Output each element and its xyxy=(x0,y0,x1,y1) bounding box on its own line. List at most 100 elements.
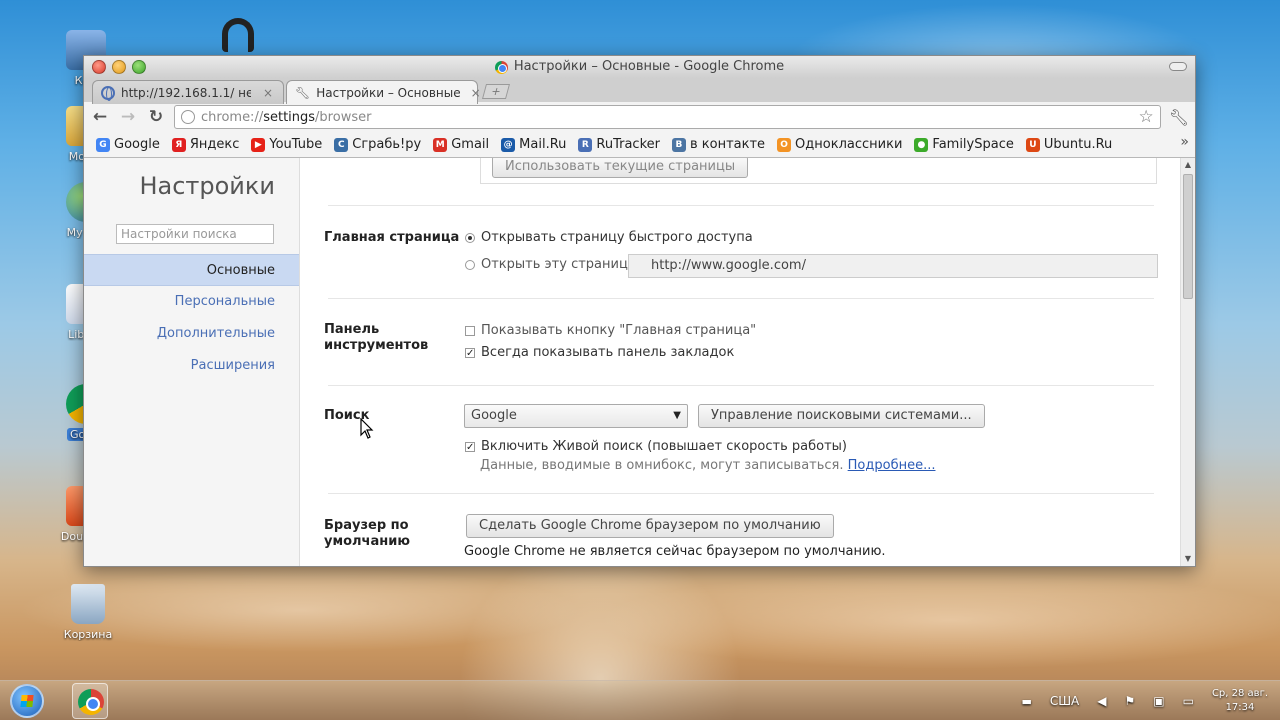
bookmark-item[interactable]: U Ubuntu.Ru xyxy=(1020,137,1118,152)
sidebar-item-basics[interactable]: Основные xyxy=(84,254,299,286)
reload-button[interactable]: ↻ xyxy=(146,107,166,127)
tab-label: http://192.168.1.1/ недост xyxy=(121,85,251,100)
toolbar-section-label: Панель инструментов xyxy=(324,322,429,353)
checkbox-unchecked[interactable] xyxy=(465,325,475,336)
chevron-more-icon[interactable]: » xyxy=(1180,134,1189,150)
trash-icon xyxy=(71,584,105,624)
homepage-option-ntp[interactable]: Открывать страницу быстрого доступа xyxy=(465,230,753,245)
tab-strip: http://192.168.1.1/ недост × 🔧︎ Настройк… xyxy=(84,78,1195,104)
bookmark-label: Gmail xyxy=(451,137,490,152)
chevron-down-icon: ▼ xyxy=(673,410,681,421)
manage-search-engines-button[interactable]: Управление поисковыми системами... xyxy=(698,404,985,428)
scrollbar-thumb[interactable] xyxy=(1183,174,1193,299)
scroll-up-arrow[interactable]: ▲ xyxy=(1181,158,1195,172)
radio-selected[interactable] xyxy=(465,232,475,243)
instant-search-hint: Данные, вводимые в омнибокс, могут запис… xyxy=(480,458,936,473)
title-bar[interactable]: Настройки – Основные - Google Chrome xyxy=(84,56,1195,78)
settings-search-input[interactable]: Настройки поиска xyxy=(116,224,274,244)
keyboard-icon[interactable]: ▬ xyxy=(1021,695,1031,708)
scroll-down-arrow[interactable]: ▼ xyxy=(1181,552,1195,566)
globe-icon xyxy=(101,85,115,101)
make-default-browser-button[interactable]: Сделать Google Chrome браузером по умолч… xyxy=(466,514,834,538)
bookmark-item[interactable]: Я Яндекс xyxy=(166,137,246,152)
bookmarks-bar: G Google Я Яндекс ▶ YouTube C Сграбь!ру M Gmail @ M… xyxy=(84,132,1195,158)
system-tray: ▬ США ◀ ⚑ ▣ ▭ Ср, 28 авг. 17:34 xyxy=(1021,681,1280,720)
start-button[interactable] xyxy=(10,684,44,718)
yandex-icon: Я xyxy=(171,137,186,152)
homepage-label: Главная страница xyxy=(324,230,460,245)
mouse-cursor xyxy=(360,418,374,439)
wrench-menu-button[interactable]: 🔧︎ xyxy=(1169,108,1189,127)
bookmark-item[interactable]: C Сграбь!ру xyxy=(328,137,427,152)
vertical-scrollbar[interactable]: ▲ ▼ xyxy=(1180,158,1195,566)
tab-label: Настройки – Основные xyxy=(316,85,461,100)
homepage-url-field[interactable]: http://www.google.com/ xyxy=(628,254,1158,278)
familyspace-icon: ● xyxy=(914,137,929,152)
bookmark-item[interactable]: @ Mail.Ru xyxy=(495,137,572,152)
bookmark-item[interactable]: О Одноклассники xyxy=(771,137,908,152)
sidebar-item-advanced[interactable]: Дополнительные xyxy=(157,326,275,341)
bookmark-label: YouTube xyxy=(269,137,323,152)
bookmark-item[interactable]: M Gmail xyxy=(427,137,495,152)
bookmark-star-icon[interactable]: ☆ xyxy=(1138,107,1153,127)
url-host: settings xyxy=(263,109,316,125)
forward-button[interactable]: → xyxy=(118,107,138,127)
back-button[interactable]: ← xyxy=(90,107,110,127)
odnoklassniki-icon: О xyxy=(777,137,792,152)
chrome-icon xyxy=(494,60,508,74)
battery-icon[interactable]: ▭ xyxy=(1183,694,1194,708)
tab-router[interactable]: http://192.168.1.1/ недост × xyxy=(92,80,284,104)
use-current-pages-button[interactable]: Использовать текущие страницы xyxy=(492,158,749,178)
always-show-bookmarks-option[interactable]: ✓ Всегда показывать панель закладок xyxy=(465,345,734,360)
toolbar-toggle-button[interactable] xyxy=(1169,62,1187,71)
homepage-option-url[interactable]: Открыть эту страницу: xyxy=(465,257,640,272)
flag-icon[interactable]: ⚑ xyxy=(1125,694,1136,708)
bookmark-item[interactable]: G Google xyxy=(90,137,166,152)
volume-icon[interactable]: ◀ xyxy=(1097,694,1106,708)
chrome-window: Настройки – Основные - Google Chrome htt… xyxy=(83,55,1196,567)
vk-icon: B xyxy=(671,137,686,152)
checkbox-checked[interactable]: ✓ xyxy=(465,347,475,358)
tab-close-button[interactable]: × xyxy=(471,86,481,100)
bookmark-item[interactable]: ▶ YouTube xyxy=(245,137,328,152)
radio-unselected[interactable] xyxy=(465,259,475,270)
window-close-button[interactable] xyxy=(92,60,106,74)
taskbar-chrome-button[interactable] xyxy=(72,683,108,719)
section-divider xyxy=(328,298,1154,299)
desktop-icon-trash[interactable]: Корзина xyxy=(48,584,128,641)
bookmark-label: Яндекс xyxy=(189,137,240,152)
show-home-button-option[interactable]: Показывать кнопку "Главная страница" xyxy=(465,323,756,338)
keyboard-layout[interactable]: США xyxy=(1050,694,1079,708)
search-engine-select[interactable]: Google ▼ xyxy=(464,404,688,428)
omnibox[interactable]: chrome://settings/browser ☆ xyxy=(174,105,1161,129)
youtube-icon: ▶ xyxy=(251,137,266,152)
bookmark-label: Одноклассники xyxy=(795,137,903,152)
bookmark-item[interactable]: ● FamilySpace xyxy=(908,137,1019,152)
ubuntu-icon: U xyxy=(1025,137,1040,152)
checkbox-checked[interactable]: ✓ xyxy=(465,441,475,452)
page-title: Настройки xyxy=(139,172,275,200)
default-browser-status: Google Chrome не является сейчас браузер… xyxy=(464,544,886,559)
instant-search-option[interactable]: ✓ Включить Живой поиск (повышает скорост… xyxy=(465,439,847,454)
desktop-icon-headphones[interactable] xyxy=(198,18,278,56)
bookmark-label: Google xyxy=(114,137,160,152)
tab-settings[interactable]: 🔧︎ Настройки – Основные × xyxy=(286,80,481,104)
sgrab-icon: C xyxy=(334,137,349,152)
headphones-icon xyxy=(222,18,254,52)
page-icon xyxy=(181,110,195,124)
window-maximize-button[interactable] xyxy=(132,60,146,74)
clock[interactable]: Ср, 28 авг. 17:34 xyxy=(1212,687,1268,715)
bookmark-item[interactable]: R RuTracker xyxy=(572,137,666,152)
bookmark-item[interactable]: Bв контакте xyxy=(666,137,771,152)
new-tab-button[interactable]: + xyxy=(481,84,511,99)
learn-more-link[interactable]: Подробнее... xyxy=(848,458,936,473)
bookmark-label: RuTracker xyxy=(596,137,660,152)
sidebar-item-extensions[interactable]: Расширения xyxy=(191,358,275,373)
settings-page: Настройки Настройки поиска Основные Перс… xyxy=(84,158,1195,566)
default-browser-label: Браузер по умолчанию xyxy=(324,518,410,549)
section-divider xyxy=(328,385,1154,386)
sidebar-item-personal[interactable]: Персональные xyxy=(175,294,275,309)
network-icon[interactable]: ▣ xyxy=(1153,694,1164,708)
tab-close-button[interactable]: × xyxy=(261,86,275,100)
window-minimize-button[interactable] xyxy=(112,60,126,74)
